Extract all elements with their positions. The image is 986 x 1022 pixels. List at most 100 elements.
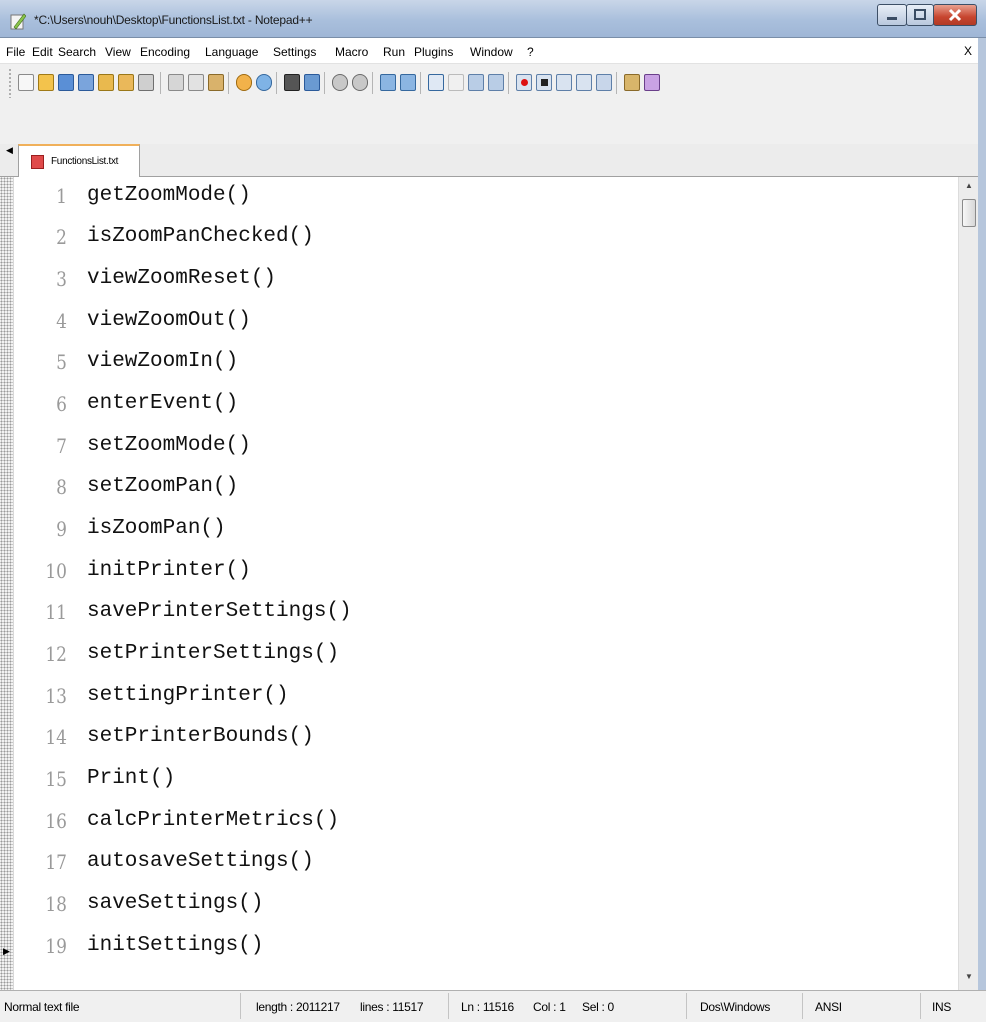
status-file-type: Normal text file: [4, 1000, 80, 1014]
undo-icon[interactable]: [236, 74, 252, 91]
code-line[interactable]: calcPrinterMetrics(): [87, 809, 339, 832]
status-bar: Normal text file length : 2011217 lines …: [0, 990, 986, 1022]
line-number: 5: [56, 350, 67, 374]
indent-guide-icon[interactable]: [468, 74, 484, 91]
menu-macro[interactable]: Macro: [335, 45, 368, 59]
line-number: 16: [45, 809, 67, 833]
toolbar-separator: [160, 72, 161, 94]
zoom-in-icon[interactable]: [332, 74, 348, 91]
status-length: length : 2011217: [256, 1000, 340, 1014]
menu-window[interactable]: Window: [470, 45, 513, 59]
line-number: 12: [45, 642, 67, 666]
copy-icon[interactable]: [188, 74, 204, 91]
code-line[interactable]: settingPrinter(): [87, 684, 289, 707]
menu-plugins[interactable]: Plugins: [414, 45, 453, 59]
playback-icon[interactable]: [556, 74, 572, 91]
line-number-gutter: 1 2 3 4 5 6 7 8 9 10 11 12 13 14 15 16 1…: [15, 177, 75, 990]
status-separator: [802, 993, 803, 1019]
spellcheck-icon[interactable]: [624, 74, 640, 91]
menu-encoding[interactable]: Encoding: [140, 45, 190, 59]
find-icon[interactable]: [284, 74, 300, 91]
title-bar: *C:\Users\nouh\Desktop\FunctionsList.txt…: [0, 0, 986, 38]
new-file-icon[interactable]: [18, 74, 34, 91]
record-macro-icon[interactable]: [516, 74, 532, 91]
tab-scroll-left-icon[interactable]: ◀: [6, 145, 13, 156]
save-macro-icon[interactable]: [596, 74, 612, 91]
cut-icon[interactable]: [168, 74, 184, 91]
code-line[interactable]: initSettings(): [87, 934, 263, 957]
word-wrap-icon[interactable]: [428, 74, 444, 91]
stop-record-icon[interactable]: [536, 74, 552, 91]
menu-search[interactable]: Search: [58, 45, 96, 59]
status-selection: Sel : 0: [582, 1000, 614, 1014]
zoom-out-icon[interactable]: [352, 74, 368, 91]
code-line[interactable]: getZoomMode(): [87, 184, 251, 207]
open-file-icon[interactable]: [38, 74, 54, 91]
maximize-button[interactable]: [906, 4, 934, 26]
replace-icon[interactable]: [304, 74, 320, 91]
code-line[interactable]: isZoomPanChecked(): [87, 225, 314, 248]
menu-edit[interactable]: Edit: [32, 45, 53, 59]
minimize-button[interactable]: [877, 4, 907, 26]
code-text-area[interactable]: getZoomMode() isZoomPanChecked() viewZoo…: [87, 177, 947, 990]
code-line[interactable]: viewZoomOut(): [87, 309, 251, 332]
show-all-chars-icon[interactable]: [448, 74, 464, 91]
window-border: [978, 38, 986, 1022]
code-line[interactable]: autosaveSettings(): [87, 850, 314, 873]
close-document-button[interactable]: X: [964, 44, 972, 58]
print-icon[interactable]: [138, 74, 154, 91]
close-window-button[interactable]: [933, 4, 977, 26]
menu-run[interactable]: Run: [383, 45, 405, 59]
sync-horizontal-icon[interactable]: [400, 74, 416, 91]
line-number: 19: [45, 934, 67, 958]
scroll-up-icon[interactable]: ▲: [959, 181, 979, 195]
toolbar-separator: [372, 72, 373, 94]
code-line[interactable]: enterEvent(): [87, 392, 238, 415]
status-lines: lines : 11517: [360, 1000, 424, 1014]
code-line[interactable]: setZoomPan(): [87, 475, 238, 498]
tab-functionslist[interactable]: FunctionsList.txt: [18, 144, 140, 177]
menu-language[interactable]: Language: [205, 45, 258, 59]
status-encoding: ANSI: [815, 1000, 842, 1014]
toolbar-grip[interactable]: [8, 68, 12, 98]
status-column: Col : 1: [533, 1000, 566, 1014]
code-line[interactable]: setPrinterSettings(): [87, 642, 339, 665]
line-number: 8: [56, 475, 67, 499]
redo-icon[interactable]: [256, 74, 272, 91]
line-number: 13: [45, 684, 67, 708]
close-all-icon[interactable]: [118, 74, 134, 91]
line-number: 9: [56, 517, 67, 541]
close-icon[interactable]: [98, 74, 114, 91]
code-line[interactable]: setPrinterBounds(): [87, 725, 314, 748]
code-line[interactable]: Print(): [87, 767, 175, 790]
code-line[interactable]: saveSettings(): [87, 892, 263, 915]
scroll-down-icon[interactable]: ▼: [959, 972, 979, 986]
status-insert-mode: INS: [932, 1000, 952, 1014]
status-separator: [240, 993, 241, 1019]
minimize-icon: [887, 17, 897, 20]
status-separator: [920, 993, 921, 1019]
doc-map-icon[interactable]: [488, 74, 504, 91]
paste-icon[interactable]: [208, 74, 224, 91]
toolbar: [0, 64, 986, 144]
abc-spell-icon[interactable]: [644, 74, 660, 91]
save-all-icon[interactable]: [78, 74, 94, 91]
fold-margin: [0, 177, 14, 990]
vertical-scrollbar[interactable]: ▲ ▼: [958, 177, 978, 990]
editor-area[interactable]: ▶ 1 2 3 4 5 6 7 8 9 10 11 12 13 14 15 16…: [0, 177, 986, 990]
sync-vertical-icon[interactable]: [380, 74, 396, 91]
code-line[interactable]: initPrinter(): [87, 559, 251, 582]
code-line[interactable]: isZoomPan(): [87, 517, 226, 540]
menu-settings[interactable]: Settings: [273, 45, 316, 59]
code-line[interactable]: viewZoomReset(): [87, 267, 276, 290]
menu-help[interactable]: ?: [527, 45, 534, 59]
save-icon[interactable]: [58, 74, 74, 91]
line-number: 3: [56, 267, 67, 291]
menu-file[interactable]: File: [6, 45, 25, 59]
menu-view[interactable]: View: [105, 45, 131, 59]
code-line[interactable]: setZoomMode(): [87, 434, 251, 457]
scrollbar-thumb[interactable]: [962, 199, 976, 227]
code-line[interactable]: savePrinterSettings(): [87, 600, 352, 623]
code-line[interactable]: viewZoomIn(): [87, 350, 238, 373]
run-macro-multiple-icon[interactable]: [576, 74, 592, 91]
